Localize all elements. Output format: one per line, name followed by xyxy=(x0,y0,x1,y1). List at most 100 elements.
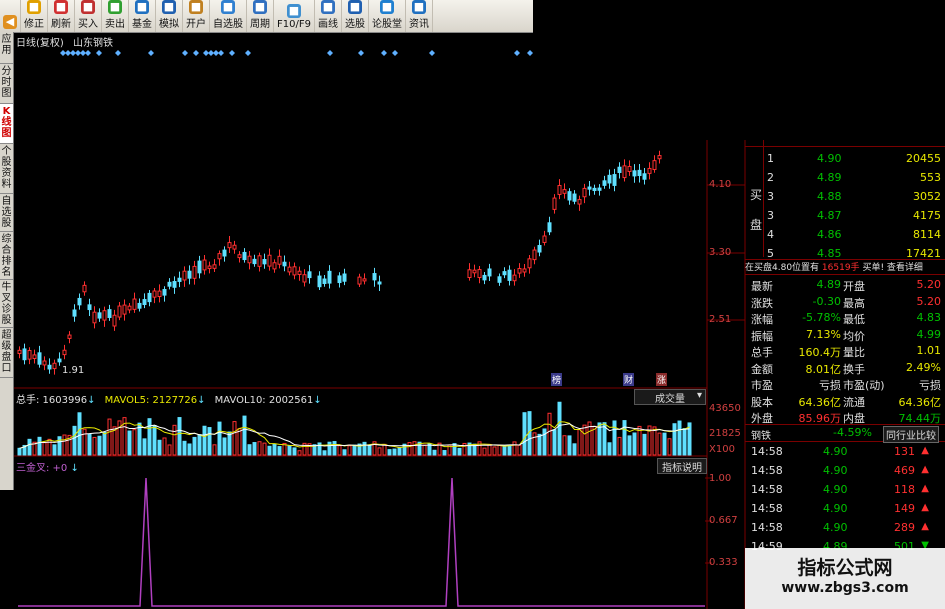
candle-body xyxy=(322,278,327,284)
volume-bar xyxy=(332,441,337,456)
signal-diamond xyxy=(193,50,199,56)
big-order-notice[interactable]: 在买盘4.80位置有 16519手 买单! 查看详细 xyxy=(745,259,945,275)
candle-body xyxy=(102,310,107,321)
candle-body xyxy=(557,185,562,195)
candle-body xyxy=(277,255,282,265)
candle-body xyxy=(77,297,82,306)
volume-bar xyxy=(542,428,547,456)
indicator-axis-label: 1.00 xyxy=(709,473,732,484)
volume-bar xyxy=(232,421,237,456)
volume-bar xyxy=(632,432,637,456)
volume-bar xyxy=(397,446,402,456)
volume-indicator-dropdown[interactable]: 成交量 ▾ xyxy=(634,389,706,405)
candle-body xyxy=(62,349,67,356)
buy-level-row[interactable]: 2 4.89 553 xyxy=(745,169,945,187)
volume-bar xyxy=(522,412,527,456)
price-axis-label: 3.30 xyxy=(709,247,732,258)
tick-row: 14:58 4.90 289 ▲ xyxy=(751,521,929,534)
volume-bar xyxy=(247,444,252,456)
candle-body xyxy=(582,187,587,198)
stat-row: 股本 64.36亿 流通 64.36亿 xyxy=(751,395,941,409)
candle-body xyxy=(177,277,182,282)
buy-level-row[interactable]: 1 4.90 20455 xyxy=(745,150,945,168)
indicator-help-button[interactable]: 指标说明 xyxy=(657,458,707,474)
candle-body xyxy=(497,276,502,283)
candle-body xyxy=(622,165,627,179)
volume-bar xyxy=(27,438,32,456)
candle-body xyxy=(512,274,517,282)
event-marker-finance[interactable]: 财 xyxy=(623,373,635,386)
volume-bar xyxy=(77,412,82,456)
candle-body xyxy=(72,309,77,317)
volume-bar xyxy=(87,433,92,456)
volume-bar xyxy=(277,446,282,456)
candle-body xyxy=(302,274,307,283)
volume-bar xyxy=(547,412,552,456)
volume-bar xyxy=(157,439,162,456)
volume-bar xyxy=(367,445,372,456)
candle-body xyxy=(122,304,127,315)
candle-body xyxy=(127,305,132,311)
watermark-title: 指标公式网 xyxy=(797,557,893,579)
volume-bar xyxy=(197,434,202,456)
candle-body xyxy=(17,349,22,355)
volume-bar xyxy=(142,438,147,456)
indicator-axis-label: 0.667 xyxy=(709,515,738,526)
buy-level-row[interactable]: 3 4.88 3052 xyxy=(745,188,945,206)
volume-bar xyxy=(377,447,382,456)
candle-body xyxy=(137,302,142,309)
volume-bar xyxy=(222,437,227,456)
mavol5-line xyxy=(19,421,690,449)
volume-bar xyxy=(242,415,247,456)
candle-body xyxy=(167,281,172,287)
volume-bar xyxy=(652,426,657,456)
volume-bar xyxy=(337,445,342,456)
volume-bar xyxy=(497,445,502,456)
candle-body xyxy=(522,268,527,273)
tick-row: 14:58 4.90 149 ▲ xyxy=(751,502,929,515)
event-marker-list[interactable]: 榜 xyxy=(551,373,563,386)
candle-body xyxy=(542,235,547,243)
candle-body xyxy=(287,266,292,273)
candle-body xyxy=(562,189,567,194)
volume-bar xyxy=(347,445,352,456)
candle-body xyxy=(547,222,552,233)
candle-body xyxy=(82,284,87,293)
candle-body xyxy=(157,290,162,298)
volume-bar xyxy=(92,436,97,456)
volume-bar xyxy=(387,449,392,456)
chevron-down-icon: ▾ xyxy=(696,390,702,401)
event-marker-limit-up[interactable]: 涨 xyxy=(656,373,668,386)
volume-bar xyxy=(132,429,137,456)
volume-bar xyxy=(512,441,517,456)
sector-compare-button[interactable]: 同行业比较 xyxy=(883,426,939,443)
candle-body xyxy=(537,245,542,253)
volume-bar xyxy=(507,445,512,456)
candle-body xyxy=(607,174,612,184)
candle-body xyxy=(182,270,187,281)
candle-body xyxy=(327,270,332,284)
candle-body xyxy=(577,199,582,205)
stat-row: 市盈 亏损 市盈(动) 亏损 xyxy=(751,379,941,392)
volume-bar xyxy=(517,444,522,456)
volume-bar xyxy=(557,401,562,456)
volume-bar xyxy=(297,450,302,456)
candle-body xyxy=(217,253,222,260)
volume-bar xyxy=(567,435,572,456)
candle-body xyxy=(572,193,577,202)
watermark: 指标公式网 www.zbgs3.com xyxy=(745,548,945,609)
volume-bar xyxy=(492,446,497,456)
candle-body xyxy=(97,312,102,319)
buy-level-row[interactable]: 4 4.86 8114 xyxy=(745,226,945,244)
signal-diamond xyxy=(392,50,398,56)
candle-body xyxy=(617,166,622,173)
volume-bar xyxy=(612,420,617,456)
candle-body xyxy=(487,268,492,277)
volume-header: 总手: 1603996↓ MAVOL5: 2127726↓ MAVOL10: 2… xyxy=(16,395,322,406)
candle-body xyxy=(172,281,177,288)
volume-bar xyxy=(172,424,177,456)
buy-level-row[interactable]: 3 4.87 4175 xyxy=(745,207,945,225)
candle-body xyxy=(482,274,487,281)
candle-body xyxy=(592,187,597,192)
tick-row: 14:58 4.90 118 ▲ xyxy=(751,483,929,496)
